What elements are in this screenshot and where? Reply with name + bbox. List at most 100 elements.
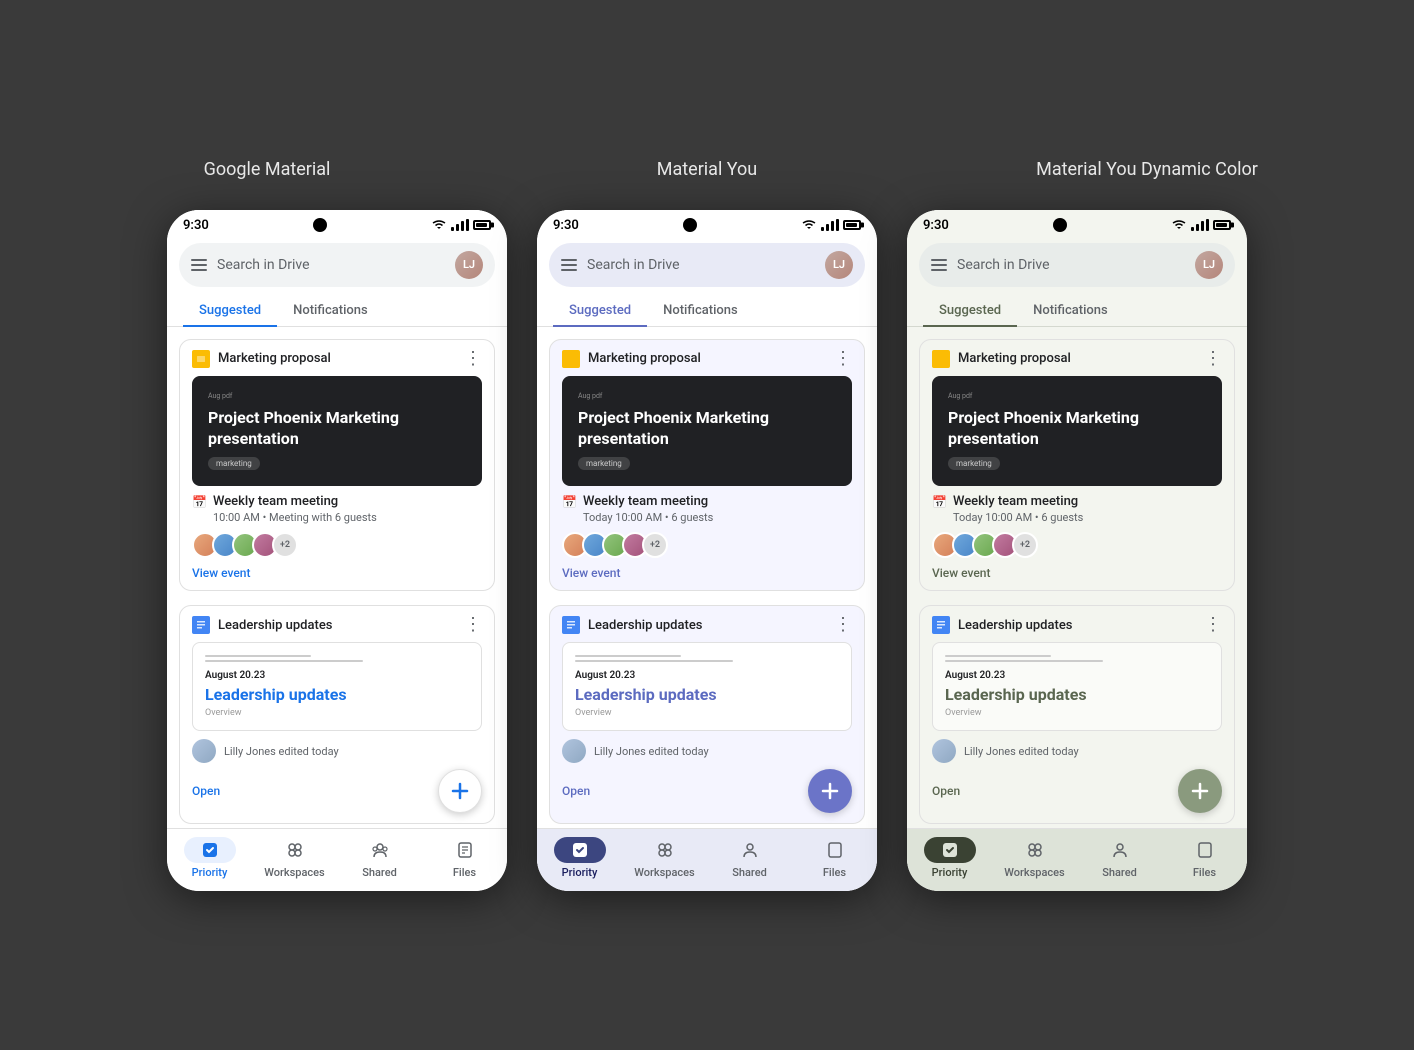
card-leadership-my: Leadership updates ⋮ August 20.23 Leader… [549,605,865,824]
editor-row-gm: Lilly Jones edited today [192,739,482,763]
editor-avatar-mydc [932,739,956,763]
meeting-time-my: Today 10:00 AM • 6 guests [583,511,713,524]
phone-my: 9:30 [537,210,877,892]
tab-suggested-gm[interactable]: Suggested [183,295,277,326]
nav-shared-gm[interactable]: Shared [337,837,422,879]
card-leadership-mydc: Leadership updates ⋮ August 20.23 Leader… [919,605,1235,824]
slides-icon-gm [192,350,210,368]
editor-row-my: Lilly Jones edited today [562,739,852,763]
card-menu-gm[interactable]: ⋮ [464,350,482,368]
nav-files-label-my: Files [823,866,846,879]
pres-tag-my: marketing [578,457,630,470]
doc-overview-my: Overview [575,708,839,718]
workspaces-icon-my [655,840,675,860]
doc-overview-gm: Overview [205,708,469,718]
bottom-nav-mydc: Priority Workspaces [907,828,1247,891]
tab-notifications-my[interactable]: Notifications [647,295,754,326]
open-link-mydc[interactable]: Open [932,784,960,798]
fab-plus-icon-mydc [1190,781,1210,801]
docs-icon-mydc [932,616,950,634]
wifi-icon-my [801,219,817,231]
nav-shared-label-my: Shared [732,866,767,879]
search-bar-my[interactable]: Search in Drive LJ [549,243,865,287]
tab-notifications-gm[interactable]: Notifications [277,295,384,326]
doc-preview-gm: August 20.23 Leadership updates Overview [192,642,482,731]
open-link-my[interactable]: Open [562,784,590,798]
view-event-gm[interactable]: View event [192,566,482,580]
nav-files-mydc[interactable]: Files [1162,837,1247,879]
theme-label-mydc: Material You Dynamic Color [927,159,1367,180]
view-event-mydc[interactable]: View event [932,566,1222,580]
tab-suggested-my[interactable]: Suggested [553,295,647,326]
card-menu-mydc[interactable]: ⋮ [1204,350,1222,368]
card-menu2-gm[interactable]: ⋮ [464,616,482,634]
meeting-row-my: 📅 Weekly team meeting Today 10:00 AM • 6… [562,494,852,524]
battery-icon-my [843,220,861,230]
nav-workspaces-mydc[interactable]: Workspaces [992,837,1077,879]
card-title-marketing-gm: Marketing proposal [218,351,464,366]
pres-small-mydc: Aug pdf [948,392,1206,400]
meeting-label-my: Weekly team meeting [583,494,713,509]
hamburger-icon-gm[interactable] [191,259,207,271]
card-menu2-my[interactable]: ⋮ [834,616,852,634]
tab-notifications-mydc[interactable]: Notifications [1017,295,1124,326]
meeting-row-mydc: 📅 Weekly team meeting Today 10:00 AM • 6… [932,494,1222,524]
meeting-row-gm: 📅 Weekly team meeting 10:00 AM • Meeting… [192,494,482,524]
user-avatar-my[interactable]: LJ [825,251,853,279]
doc-date-my: August 20.23 [575,670,839,681]
camera-dot-mydc [1053,218,1067,232]
nav-workspaces-gm[interactable]: Workspaces [252,837,337,879]
nav-files-my[interactable]: Files [792,837,877,879]
pres-title-mydc: Project Phoenix Marketing presentation [948,408,1206,450]
hamburger-icon-mydc[interactable] [931,259,947,271]
nav-shared-mydc[interactable]: Shared [1077,837,1162,879]
tabs-mydc: Suggested Notifications [907,295,1247,327]
nav-priority-gm[interactable]: Priority [167,837,252,879]
search-text-gm: Search in Drive [217,257,445,273]
avatars-row-my: +2 [562,532,852,558]
card-menu2-mydc[interactable]: ⋮ [1204,616,1222,634]
nav-shared-my[interactable]: Shared [707,837,792,879]
card-title-leadership-mydc: Leadership updates [958,618,1204,633]
search-bar-gm[interactable]: Search in Drive LJ [179,243,495,287]
status-time-gm: 9:30 [183,218,209,233]
nav-files-gm[interactable]: Files [422,837,507,879]
open-link-gm[interactable]: Open [192,784,220,798]
status-icons-my [801,219,861,231]
nav-priority-my[interactable]: Priority [537,837,622,879]
hamburger-icon-my[interactable] [561,259,577,271]
card-menu-my[interactable]: ⋮ [834,350,852,368]
search-bar-mydc[interactable]: Search in Drive LJ [919,243,1235,287]
editor-text-mydc: Lilly Jones edited today [964,745,1079,758]
view-event-my[interactable]: View event [562,566,852,580]
card-marketing-mydc: Marketing proposal ⋮ Aug pdf Project Pho… [919,339,1235,592]
calendar-icon-gm: 📅 [192,495,207,509]
card-marketing-gm: Marketing proposal ⋮ Aug pdf Project Pho… [179,339,495,592]
pres-tag-mydc: marketing [948,457,1000,470]
workspaces-icon-gm [285,840,305,860]
tab-suggested-mydc[interactable]: Suggested [923,295,1017,326]
search-text-my: Search in Drive [587,257,815,273]
fab-mydc[interactable] [1178,769,1222,813]
user-avatar-gm[interactable]: LJ [455,251,483,279]
wifi-icon-gm [431,219,447,231]
fab-plus-icon-gm [450,781,470,801]
bottom-nav-gm: Priority Workspaces [167,828,507,891]
camera-dot-my [683,218,697,232]
nav-priority-mydc[interactable]: Priority [907,837,992,879]
theme-label-my: Material You [487,159,927,180]
editor-avatar-gm [192,739,216,763]
files-icon-my [825,840,845,860]
fab-gm[interactable] [438,769,482,813]
card-title-leadership-my: Leadership updates [588,618,834,633]
card-title-marketing-mydc: Marketing proposal [958,351,1204,366]
editor-row-mydc: Lilly Jones edited today [932,739,1222,763]
user-avatar-mydc[interactable]: LJ [1195,251,1223,279]
nav-workspaces-my[interactable]: Workspaces [622,837,707,879]
pres-tag-gm: marketing [208,457,260,470]
signal-icon-gm [451,219,469,231]
calendar-icon-mydc: 📅 [932,495,947,509]
fab-my[interactable] [808,769,852,813]
avatar-more-gm: +2 [272,532,298,558]
nav-priority-label-gm: Priority [192,866,228,879]
